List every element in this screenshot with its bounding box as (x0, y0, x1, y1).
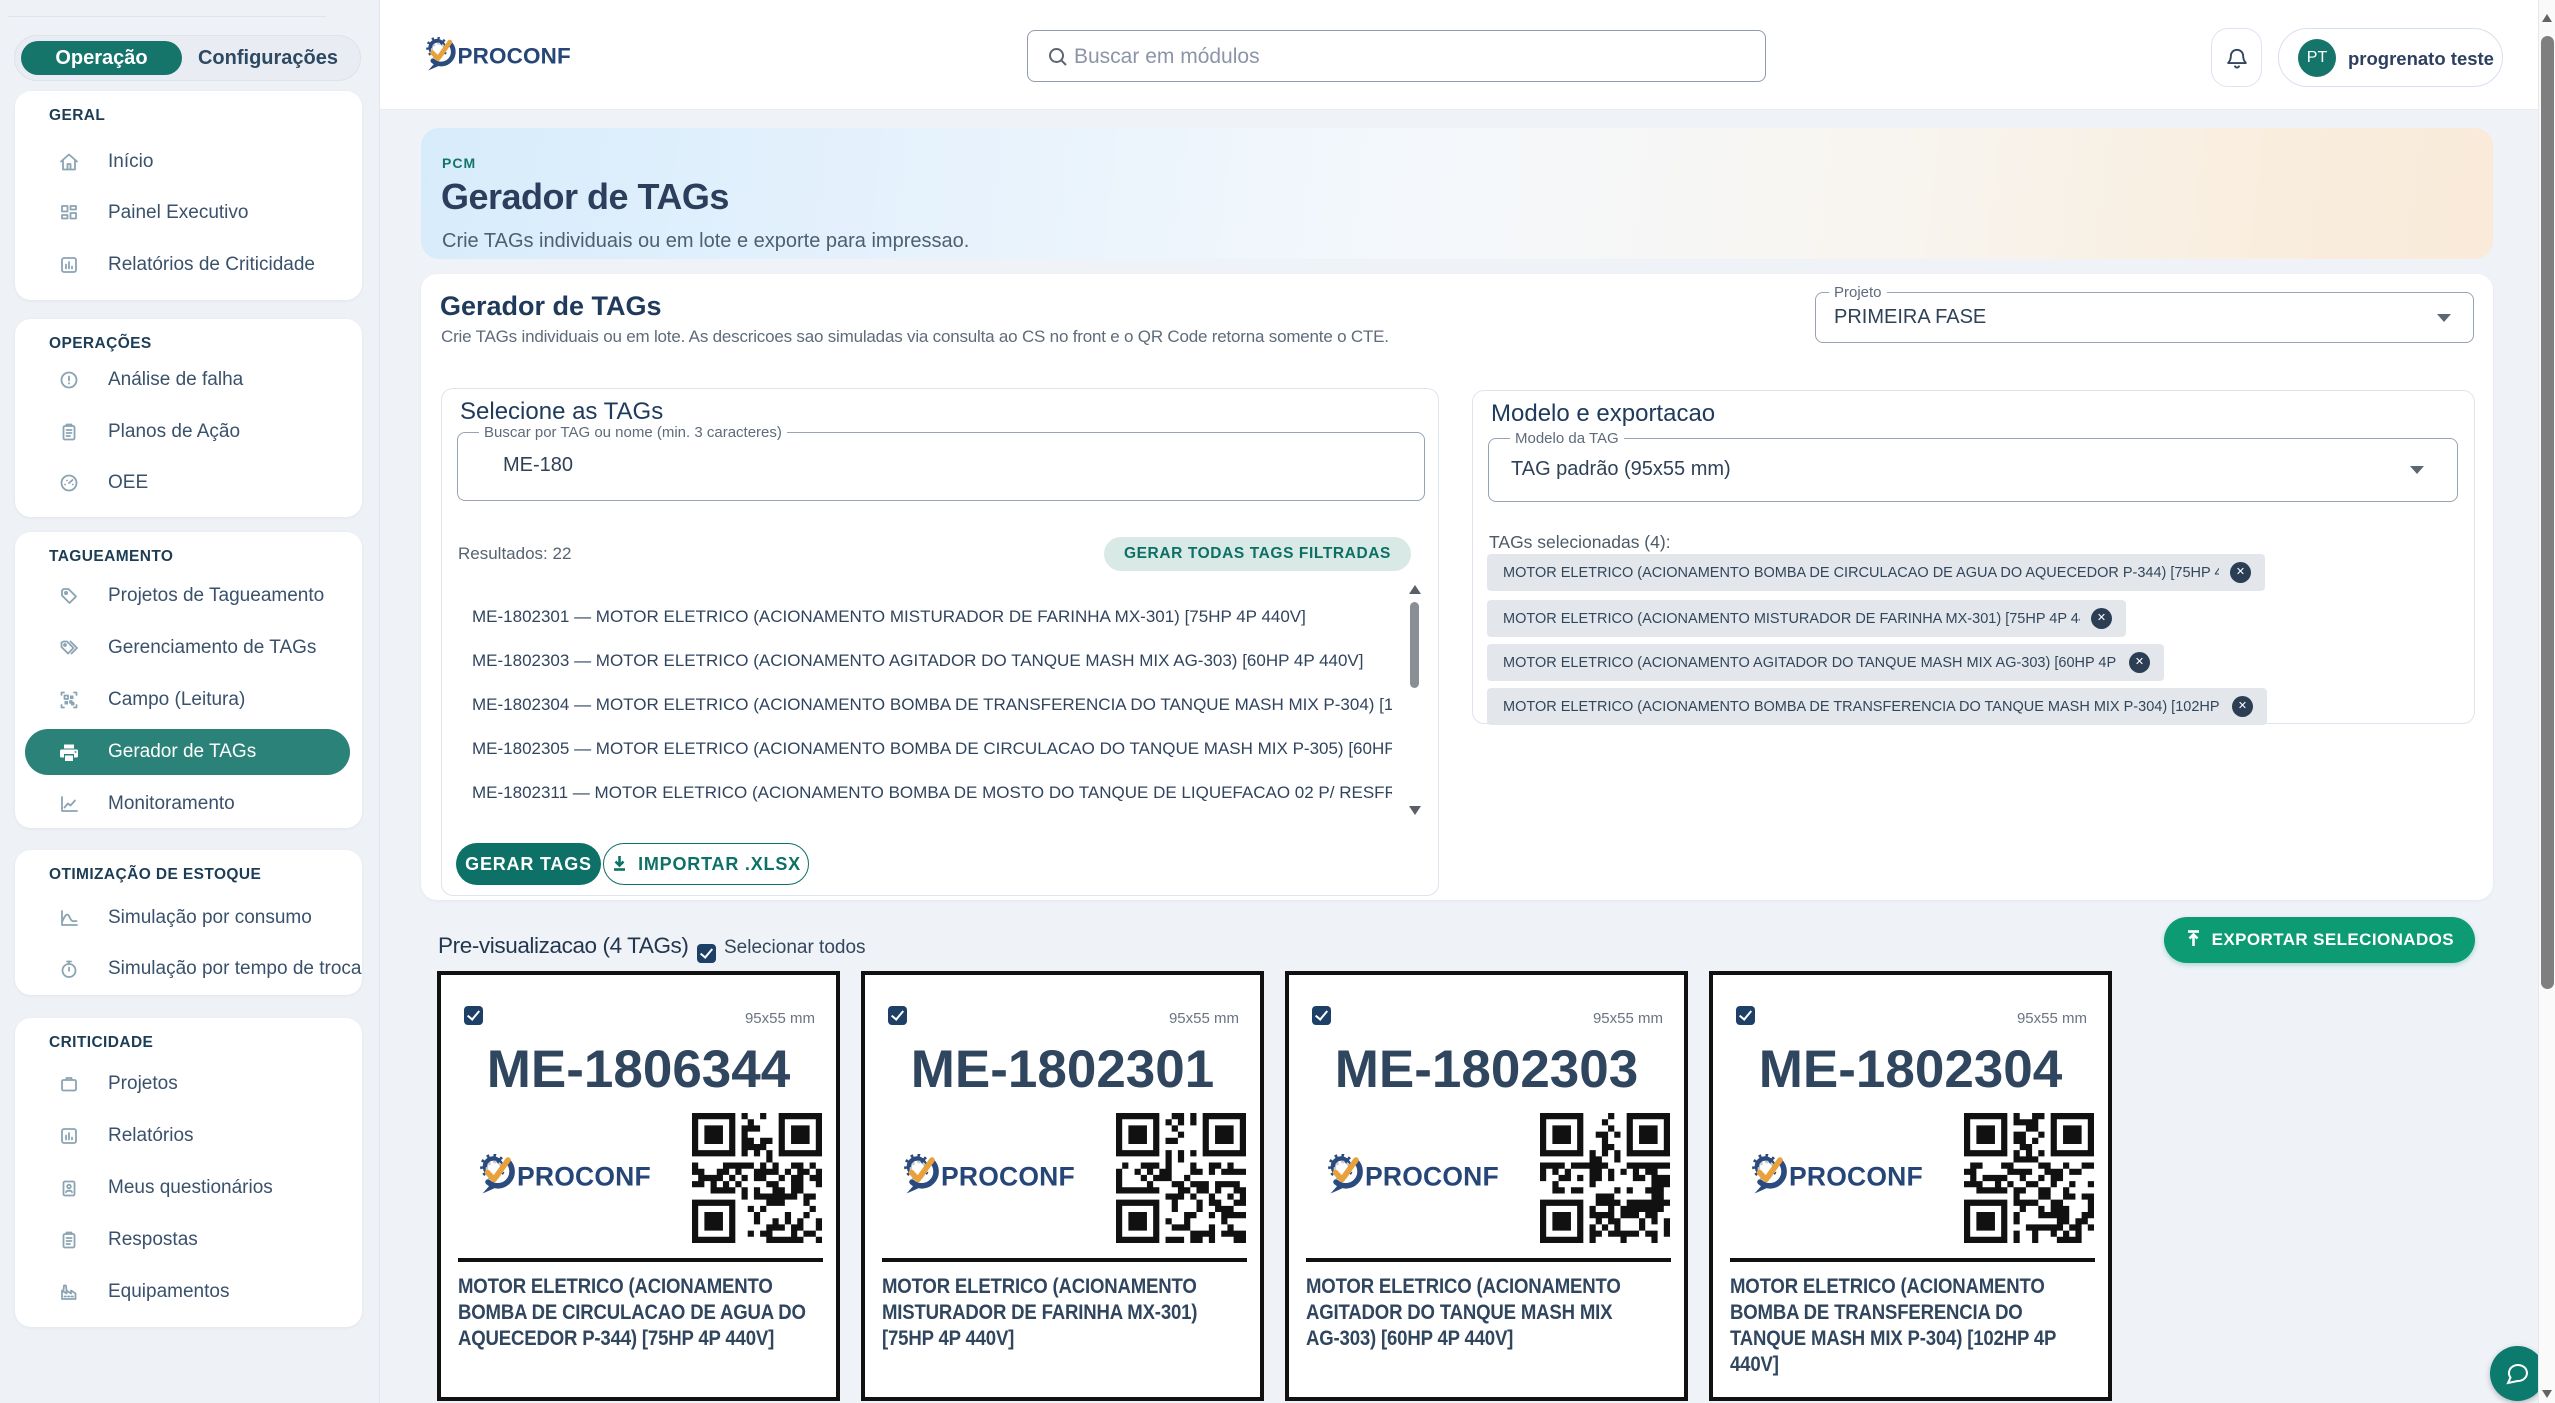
svg-text:PROCONF: PROCONF (1789, 1162, 1923, 1192)
svg-text:PROCONF: PROCONF (517, 1162, 651, 1192)
svg-text:PROCONF: PROCONF (457, 44, 570, 69)
svg-text:PROCONF: PROCONF (941, 1162, 1075, 1192)
svg-text:PROCONF: PROCONF (1365, 1162, 1499, 1192)
